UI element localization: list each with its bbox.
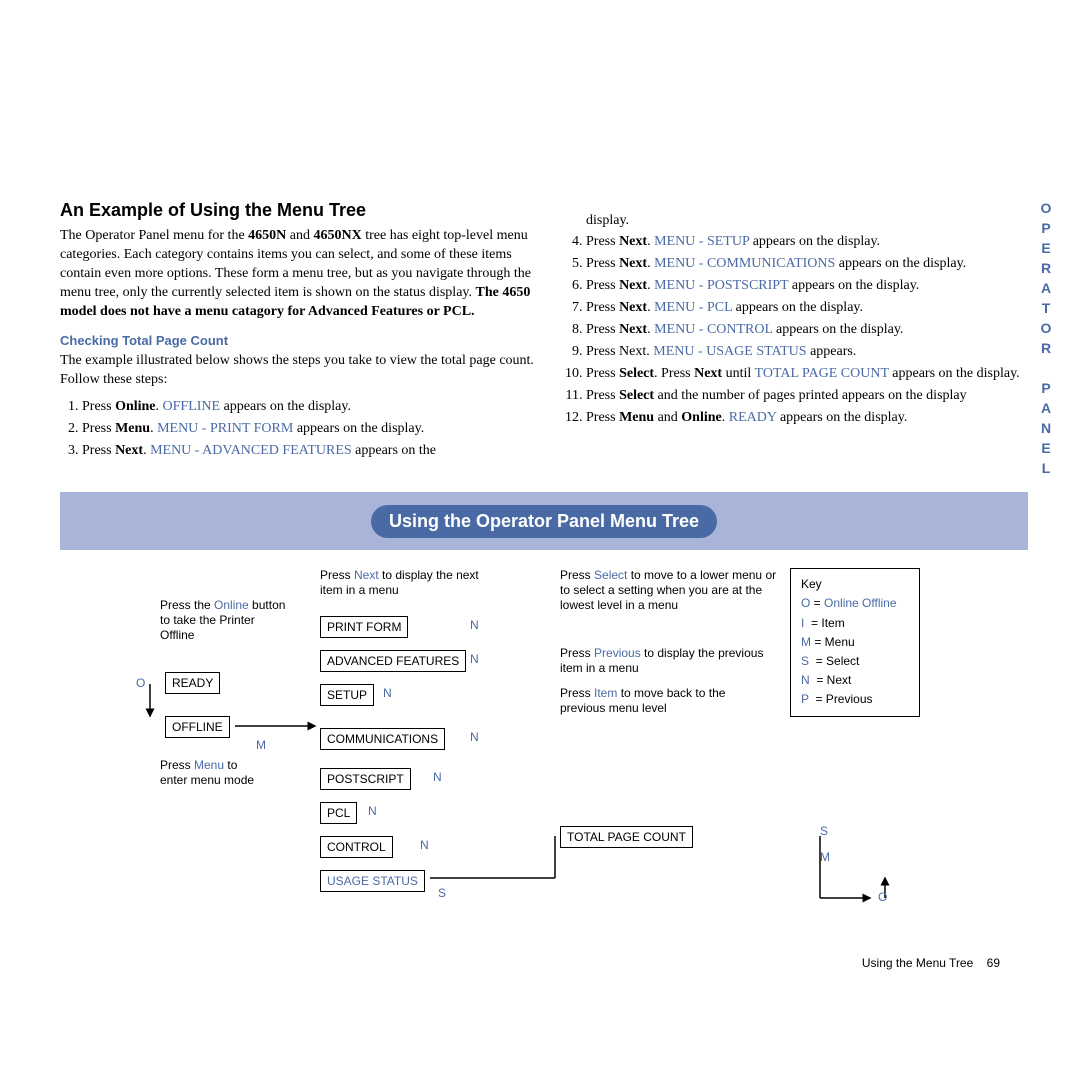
- letter-M2: M: [820, 850, 830, 865]
- hint-previous: Press Previous to display the previous i…: [560, 646, 770, 676]
- letter-O: O: [136, 676, 145, 691]
- state-offline: OFFLINE: [165, 716, 230, 738]
- menu-setup: SETUP: [320, 684, 374, 706]
- letter-N4: N: [470, 730, 479, 745]
- step-3: Press Next. MENU - ADVANCED FEATURES app…: [82, 440, 536, 461]
- subsection-heading: Checking Total Page Count: [60, 333, 536, 348]
- letter-S2: S: [820, 824, 828, 839]
- letter-O2: O: [878, 890, 887, 905]
- menu-control: CONTROL: [320, 836, 393, 858]
- menu-tree-diagram: Press the Online button to take the Prin…: [60, 568, 1040, 938]
- letter-N3: N: [383, 686, 392, 701]
- steps-right: Press Next. MENU - SETUP appears on the …: [564, 231, 1040, 428]
- step-1: Press Online. OFFLINE appears on the dis…: [82, 396, 536, 417]
- section-heading: An Example of Using the Menu Tree: [60, 200, 536, 221]
- menu-pcl: PCL: [320, 802, 357, 824]
- right-column: display. Press Next. MENU - SETUP appear…: [564, 210, 1040, 462]
- left-column: An Example of Using the Menu Tree The Op…: [60, 60, 536, 462]
- example-description: The example illustrated below shows the …: [60, 352, 536, 390]
- letter-N6: N: [368, 804, 377, 819]
- banner-title: Using the Operator Panel Menu Tree: [371, 505, 717, 538]
- step-2: Press Menu. MENU - PRINT FORM appears on…: [82, 418, 536, 439]
- letter-N1: N: [470, 618, 479, 633]
- menu-communications: COMMUNICATIONS: [320, 728, 445, 750]
- hint-online: Press the Online button to take the Prin…: [160, 598, 290, 643]
- menu-advanced-features: ADVANCED FEATURES: [320, 650, 466, 672]
- steps-left: Press Online. OFFLINE appears on the dis…: [60, 396, 536, 461]
- section-tab: OPERATOR PANEL: [1038, 200, 1054, 480]
- menu-print-form: PRINT FORM: [320, 616, 408, 638]
- banner: Using the Operator Panel Menu Tree: [60, 492, 1028, 550]
- hint-select: Press Select to move to a lower menu or …: [560, 568, 780, 613]
- hint-item: Press Item to move back to the previous …: [560, 686, 760, 716]
- page-footer: Using the Menu Tree 69: [862, 956, 1000, 970]
- intro-paragraph: The Operator Panel menu for the 4650N an…: [60, 227, 536, 321]
- continuation-text: display.: [564, 210, 1040, 231]
- menu-usage-status: USAGE STATUS: [320, 870, 425, 892]
- letter-S1: S: [438, 886, 446, 901]
- two-column-layout: An Example of Using the Menu Tree The Op…: [60, 60, 1040, 462]
- key-title: Key: [801, 575, 909, 594]
- hint-menu: Press Menu to enter menu mode: [160, 758, 260, 788]
- total-page-count: TOTAL PAGE COUNT: [560, 826, 693, 848]
- letter-N5: N: [433, 770, 442, 785]
- state-ready: READY: [165, 672, 220, 694]
- hint-next: Press Next to display the next item in a…: [320, 568, 490, 598]
- letter-N7: N: [420, 838, 429, 853]
- menu-postscript: POSTSCRIPT: [320, 768, 411, 790]
- letter-N2: N: [470, 652, 479, 667]
- letter-M: M: [256, 738, 266, 753]
- legend-key: Key O = Online Offline I = Item M = Menu…: [790, 568, 920, 716]
